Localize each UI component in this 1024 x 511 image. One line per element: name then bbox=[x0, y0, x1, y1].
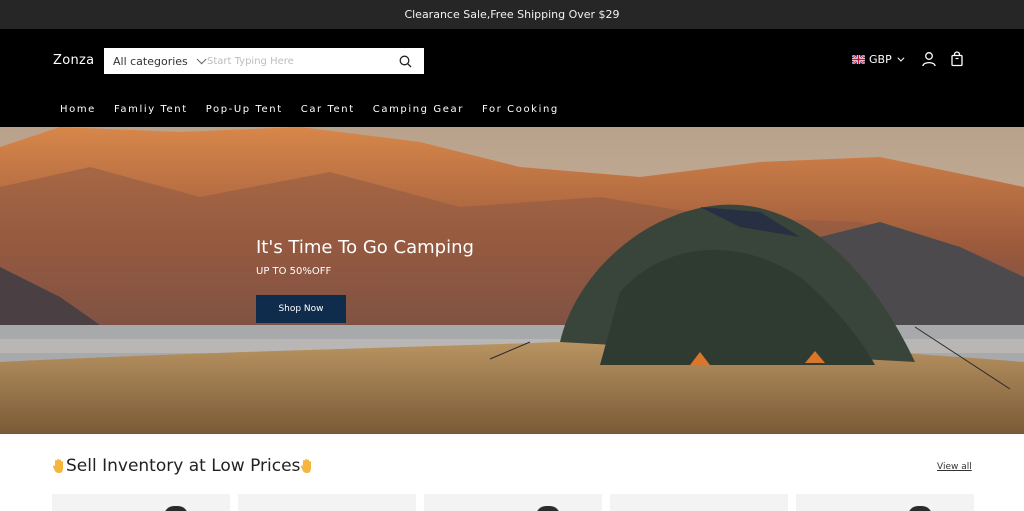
announcement-bar: Clearance Sale,Free Shipping Over $29 bbox=[0, 0, 1024, 29]
hero-image bbox=[0, 127, 1024, 434]
search-button[interactable] bbox=[386, 48, 424, 74]
nav-item-pop-up-tent[interactable]: Pop-Up Tent bbox=[206, 104, 283, 115]
hero-subtitle: UP TO 50%OFF bbox=[256, 266, 332, 277]
category-select[interactable]: All categories bbox=[104, 48, 207, 74]
section-title-text: Sell Inventory at Low Prices bbox=[66, 456, 301, 476]
announcement-text: Clearance Sale,Free Shipping Over $29 bbox=[404, 8, 620, 21]
product-grid bbox=[52, 494, 974, 511]
product-card[interactable] bbox=[238, 494, 416, 511]
search-icon bbox=[399, 55, 411, 67]
account-icon[interactable] bbox=[921, 51, 937, 67]
nav-item-family-tent[interactable]: Famliy Tent bbox=[114, 104, 188, 115]
category-select-label: All categories bbox=[113, 54, 188, 68]
main-nav: Home Famliy Tent Pop-Up Tent Car Tent Ca… bbox=[60, 104, 559, 115]
uk-flag-icon bbox=[852, 55, 865, 64]
section-title: Sell Inventory at Low Prices bbox=[52, 456, 314, 476]
product-card[interactable] bbox=[610, 494, 788, 511]
chevron-down-icon bbox=[897, 54, 905, 62]
site-header: Zonza All categories GBP bbox=[0, 29, 1024, 127]
search-input[interactable] bbox=[207, 48, 386, 74]
cart-icon[interactable] bbox=[949, 51, 965, 67]
product-image bbox=[908, 506, 932, 511]
product-image bbox=[536, 506, 560, 511]
chevron-down-icon bbox=[196, 53, 207, 64]
nav-item-camping-gear[interactable]: Camping Gear bbox=[373, 104, 464, 115]
nav-item-car-tent[interactable]: Car Tent bbox=[301, 104, 355, 115]
search-bar: All categories bbox=[104, 48, 424, 74]
hero-title: It's Time To Go Camping bbox=[256, 237, 474, 258]
site-logo[interactable]: Zonza bbox=[53, 53, 94, 68]
product-image bbox=[164, 506, 188, 511]
view-all-link[interactable]: View all bbox=[937, 462, 972, 472]
hero-banner: It's Time To Go Camping UP TO 50%OFF Sho… bbox=[0, 127, 1024, 434]
hand-icon bbox=[301, 459, 312, 473]
shop-now-button[interactable]: Shop Now bbox=[256, 295, 346, 323]
hand-icon bbox=[52, 459, 63, 473]
currency-code: GBP bbox=[869, 53, 892, 66]
product-card[interactable] bbox=[796, 494, 974, 511]
nav-item-home[interactable]: Home bbox=[60, 104, 96, 115]
currency-selector[interactable]: GBP bbox=[852, 53, 905, 66]
product-card[interactable] bbox=[52, 494, 230, 511]
nav-item-for-cooking[interactable]: For Cooking bbox=[482, 104, 559, 115]
product-card[interactable] bbox=[424, 494, 602, 511]
